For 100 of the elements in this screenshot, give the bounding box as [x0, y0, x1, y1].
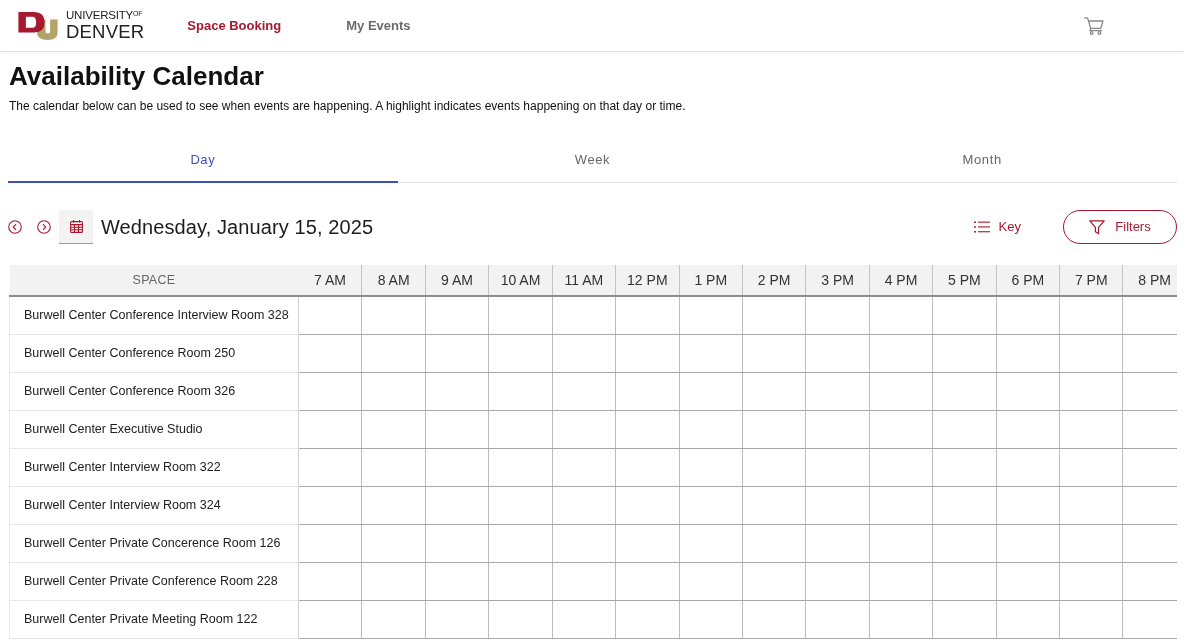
time-slot-cell[interactable]	[552, 334, 616, 372]
time-slot-cell[interactable]	[1059, 296, 1123, 334]
time-slot-cell[interactable]	[869, 600, 933, 638]
time-slot-cell[interactable]	[679, 524, 743, 562]
view-tab[interactable]: Month	[787, 139, 1177, 183]
time-slot-cell[interactable]	[298, 410, 362, 448]
nav-link[interactable]: My Events	[346, 15, 411, 36]
time-slot-cell[interactable]	[679, 372, 743, 410]
time-slot-cell[interactable]	[869, 334, 933, 372]
time-slot-cell[interactable]	[869, 296, 933, 334]
time-slot-cell[interactable]	[361, 600, 426, 638]
time-slot-cell[interactable]	[615, 296, 680, 334]
time-slot-cell[interactable]	[552, 486, 616, 524]
time-slot-cell[interactable]	[805, 410, 870, 448]
time-slot-cell[interactable]	[679, 334, 743, 372]
time-slot-cell[interactable]	[679, 600, 743, 638]
time-slot-cell[interactable]	[932, 448, 997, 486]
time-slot-cell[interactable]	[361, 296, 426, 334]
time-slot-cell[interactable]	[996, 448, 1060, 486]
filters-button[interactable]: Filters	[1063, 210, 1177, 244]
time-slot-cell[interactable]	[552, 372, 616, 410]
time-slot-cell[interactable]	[1059, 410, 1123, 448]
time-slot-cell[interactable]	[742, 562, 806, 600]
time-slot-cell[interactable]	[742, 410, 806, 448]
time-slot-cell[interactable]	[869, 486, 933, 524]
time-slot-cell[interactable]	[805, 334, 870, 372]
time-slot-cell[interactable]	[425, 448, 489, 486]
time-slot-cell[interactable]	[996, 296, 1060, 334]
time-slot-cell[interactable]	[615, 334, 680, 372]
time-slot-cell[interactable]	[615, 448, 680, 486]
time-slot-cell[interactable]	[805, 448, 870, 486]
time-slot-cell[interactable]	[742, 448, 806, 486]
time-slot-cell[interactable]	[488, 410, 553, 448]
time-slot-cell[interactable]	[361, 524, 426, 562]
time-slot-cell[interactable]	[742, 600, 806, 638]
time-slot-cell[interactable]	[488, 600, 553, 638]
time-slot-cell[interactable]	[615, 600, 680, 638]
time-slot-cell[interactable]	[552, 410, 616, 448]
time-slot-cell[interactable]	[1059, 334, 1123, 372]
time-slot-cell[interactable]	[425, 562, 489, 600]
time-slot-cell[interactable]	[805, 486, 870, 524]
time-slot-cell[interactable]	[298, 448, 362, 486]
time-slot-cell[interactable]	[488, 296, 553, 334]
time-slot-cell[interactable]	[488, 524, 553, 562]
time-slot-cell[interactable]	[996, 562, 1060, 600]
time-slot-cell[interactable]	[679, 562, 743, 600]
time-slot-cell[interactable]	[552, 524, 616, 562]
time-slot-cell[interactable]	[361, 486, 426, 524]
time-slot-cell[interactable]	[869, 448, 933, 486]
time-slot-cell[interactable]	[996, 372, 1060, 410]
time-slot-cell[interactable]	[298, 600, 362, 638]
time-slot-cell[interactable]	[742, 372, 806, 410]
time-slot-cell[interactable]	[1059, 372, 1123, 410]
time-slot-cell[interactable]	[615, 562, 680, 600]
time-slot-cell[interactable]	[552, 562, 616, 600]
time-slot-cell[interactable]	[742, 296, 806, 334]
time-slot-cell[interactable]	[298, 486, 362, 524]
time-slot-cell[interactable]	[742, 486, 806, 524]
time-slot-cell[interactable]	[805, 372, 870, 410]
previous-button[interactable]	[8, 220, 22, 234]
time-slot-cell[interactable]	[615, 410, 680, 448]
time-slot-cell[interactable]	[488, 334, 553, 372]
time-slot-cell[interactable]	[1059, 448, 1123, 486]
time-slot-cell[interactable]	[361, 372, 426, 410]
key-button[interactable]: Key	[973, 217, 1021, 237]
time-slot-cell[interactable]	[361, 448, 426, 486]
calendar-button[interactable]	[59, 210, 93, 244]
time-slot-cell[interactable]	[488, 448, 553, 486]
time-slot-cell[interactable]	[552, 296, 616, 334]
time-slot-cell[interactable]	[425, 600, 489, 638]
time-slot-cell[interactable]	[679, 410, 743, 448]
time-slot-cell[interactable]	[932, 600, 997, 638]
time-slot-cell[interactable]	[996, 410, 1060, 448]
time-slot-cell[interactable]	[298, 562, 362, 600]
time-slot-cell[interactable]	[298, 524, 362, 562]
time-slot-cell[interactable]	[425, 334, 489, 372]
time-slot-cell[interactable]	[425, 410, 489, 448]
time-slot-cell[interactable]	[425, 372, 489, 410]
time-slot-cell[interactable]	[1059, 486, 1123, 524]
time-slot-cell[interactable]	[679, 296, 743, 334]
time-slot-cell[interactable]	[361, 334, 426, 372]
time-slot-cell[interactable]	[996, 600, 1060, 638]
time-slot-cell[interactable]	[488, 486, 553, 524]
view-tab[interactable]: Week	[397, 139, 788, 183]
time-slot-cell[interactable]	[869, 410, 933, 448]
time-slot-cell[interactable]	[932, 486, 997, 524]
next-button[interactable]	[37, 220, 51, 234]
time-slot-cell[interactable]	[615, 524, 680, 562]
time-slot-cell[interactable]	[361, 562, 426, 600]
cart-icon[interactable]	[1084, 16, 1104, 35]
time-slot-cell[interactable]	[932, 334, 997, 372]
time-slot-cell[interactable]	[679, 486, 743, 524]
time-slot-cell[interactable]	[679, 448, 743, 486]
time-slot-cell[interactable]	[298, 372, 362, 410]
time-slot-cell[interactable]	[869, 524, 933, 562]
time-slot-cell[interactable]	[298, 334, 362, 372]
time-slot-cell[interactable]	[1059, 562, 1123, 600]
time-slot-cell[interactable]	[869, 562, 933, 600]
nav-link[interactable]: Space Booking	[187, 15, 282, 36]
time-slot-cell[interactable]	[805, 524, 870, 562]
